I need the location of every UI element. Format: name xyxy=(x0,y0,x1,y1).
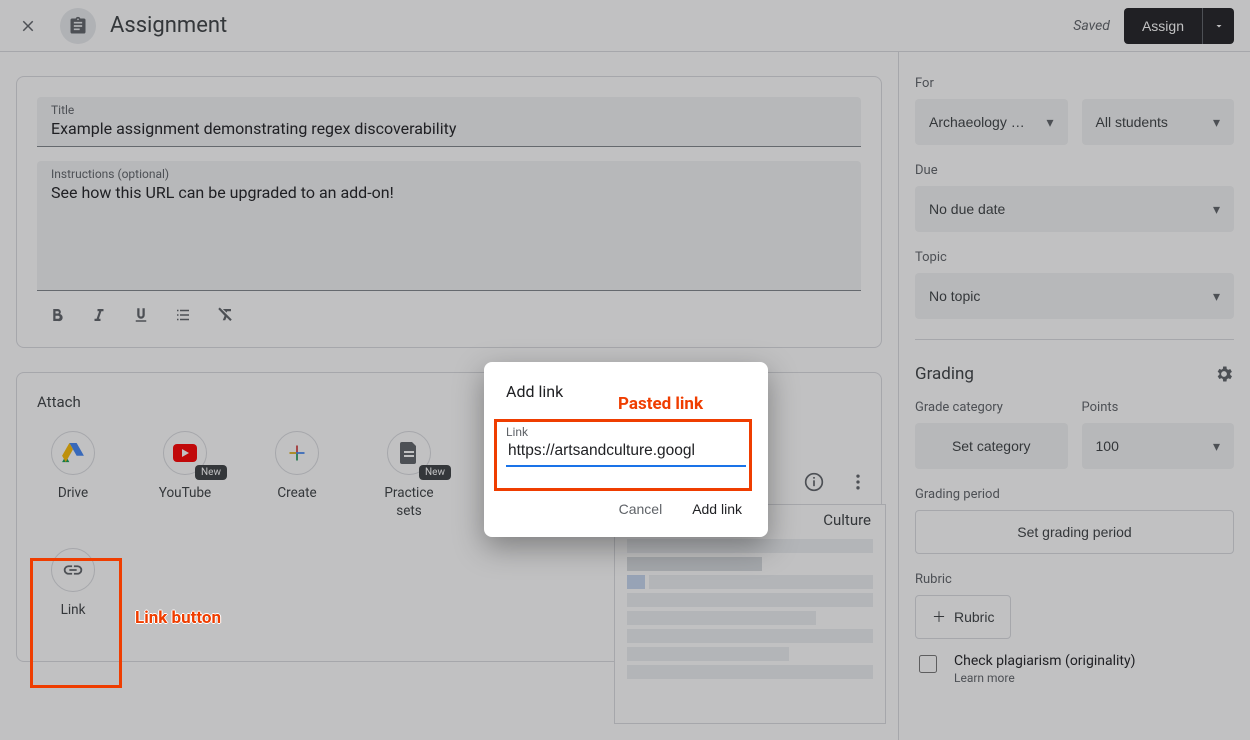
annotation-label-pasted-link: Pasted link xyxy=(618,394,703,414)
annotation-label-link-button: Link button xyxy=(135,608,221,628)
annotation-box-pasted-link xyxy=(494,419,752,491)
add-link-button[interactable]: Add link xyxy=(688,495,746,523)
cancel-button[interactable]: Cancel xyxy=(615,495,667,523)
annotation-box-link-button xyxy=(30,558,122,688)
